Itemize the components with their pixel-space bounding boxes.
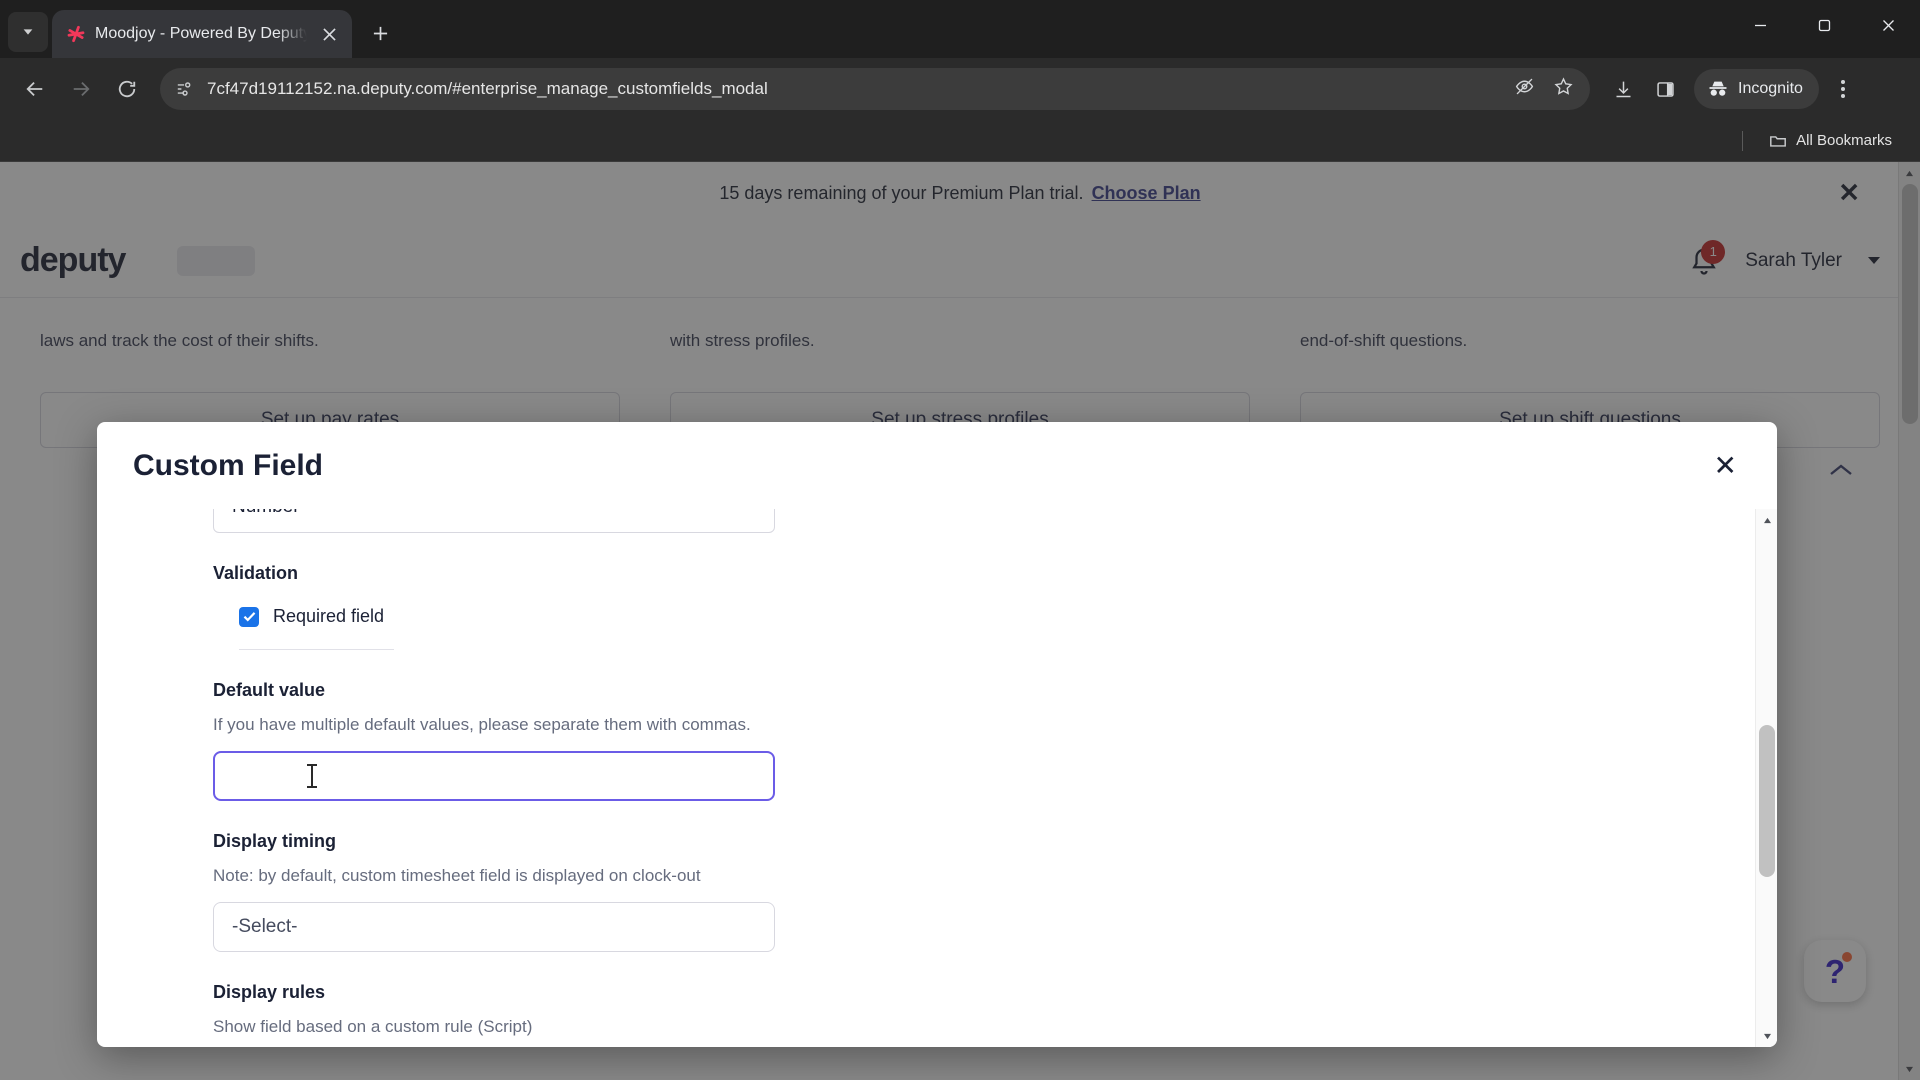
new-tab-button[interactable] — [360, 13, 400, 53]
address-bar[interactable]: 7cf47d19112152.na.deputy.com/#enterprise… — [160, 68, 1590, 110]
required-field-label: Required field — [273, 606, 385, 626]
eye-slash-icon[interactable] — [1514, 76, 1535, 102]
forward-arrow-icon[interactable] — [60, 68, 102, 110]
kebab-menu-icon[interactable] — [1823, 69, 1863, 109]
validation-label: Validation — [213, 563, 299, 583]
omnibox-actions — [1500, 76, 1574, 102]
tab-strip: Moodjoy - Powered By Deputy — [0, 0, 1920, 58]
all-bookmarks-button[interactable]: All Bookmarks — [1761, 127, 1900, 155]
modal-scroll-up-arrow-icon[interactable] — [1756, 509, 1777, 531]
default-value-note: If you have multiple default values, ple… — [213, 715, 751, 734]
display-rules-note: Show field based on a custom rule (Scrip… — [213, 1017, 533, 1036]
tab-title: Moodjoy - Powered By Deputy — [95, 25, 308, 42]
modal-close-icon[interactable]: ✕ — [1714, 451, 1737, 480]
incognito-profile-button[interactable]: Incognito — [1694, 69, 1819, 109]
moodjoy-favicon — [66, 24, 86, 44]
folder-icon — [1770, 135, 1787, 147]
window-controls — [1728, 0, 1920, 50]
incognito-hat-icon — [1709, 81, 1727, 96]
tab-close-icon[interactable] — [316, 21, 342, 47]
modal-scrollbar[interactable] — [1755, 509, 1777, 1047]
field-type-input[interactable]: Number — [213, 509, 775, 533]
side-panel-icon[interactable] — [1646, 70, 1684, 108]
custom-field-modal: Custom Field ✕ Number Validation Require… — [97, 422, 1777, 1047]
modal-header: Custom Field ✕ — [97, 422, 1777, 509]
required-field-checkbox[interactable] — [239, 606, 259, 627]
browser-window: Moodjoy - Powered By Deputy 7cf47d191121… — [0, 0, 1920, 1080]
browser-toolbar: 7cf47d19112152.na.deputy.com/#enterprise… — [0, 58, 1920, 120]
incognito-label: Incognito — [1738, 80, 1803, 97]
display-timing-label: Display timing — [213, 831, 337, 851]
star-icon[interactable] — [1553, 76, 1574, 102]
site-settings-icon[interactable] — [176, 80, 194, 98]
modal-body: Number Validation Required field Default — [97, 509, 1777, 1047]
reload-icon[interactable] — [106, 68, 148, 110]
modal-title: Custom Field — [133, 448, 324, 482]
all-bookmarks-label: All Bookmarks — [1796, 132, 1892, 149]
page-viewport: 15 days remaining of your Premium Plan t… — [0, 162, 1920, 1080]
display-timing-note: Note: by default, custom timesheet field… — [213, 866, 701, 885]
validation-section: Validation Required field — [213, 563, 1639, 650]
window-close-icon[interactable] — [1856, 0, 1920, 50]
modal-scrollbar-thumb[interactable] — [1759, 725, 1775, 877]
default-value-section: Default value If you have multiple defau… — [213, 680, 1639, 801]
required-field-row[interactable]: Required field — [239, 606, 1639, 627]
display-rules-section: Display rules Show field based on a cust… — [213, 982, 1639, 1047]
modal-form: Number Validation Required field Default — [97, 509, 1755, 1047]
display-timing-select[interactable]: -Select- — [213, 902, 775, 952]
validation-divider — [239, 649, 394, 650]
default-value-input[interactable] — [213, 751, 775, 801]
tab-search-icon[interactable] — [8, 12, 48, 52]
default-value-label: Default value — [213, 680, 326, 700]
modal-scroll-down-arrow-icon[interactable] — [1756, 1025, 1777, 1047]
bookmarks-divider — [1742, 130, 1744, 151]
display-timing-section: Display timing Note: by default, custom … — [213, 831, 1639, 952]
browser-tab[interactable]: Moodjoy - Powered By Deputy — [52, 10, 352, 58]
text-cursor-icon — [307, 764, 317, 788]
url-text: 7cf47d19112152.na.deputy.com/#enterprise… — [207, 79, 768, 98]
back-arrow-icon[interactable] — [14, 68, 56, 110]
maximize-icon[interactable] — [1792, 0, 1856, 50]
bookmarks-bar: All Bookmarks — [0, 120, 1920, 162]
display-rules-label: Display rules — [213, 982, 326, 1002]
minimize-icon[interactable] — [1728, 0, 1792, 50]
download-icon[interactable] — [1604, 70, 1642, 108]
